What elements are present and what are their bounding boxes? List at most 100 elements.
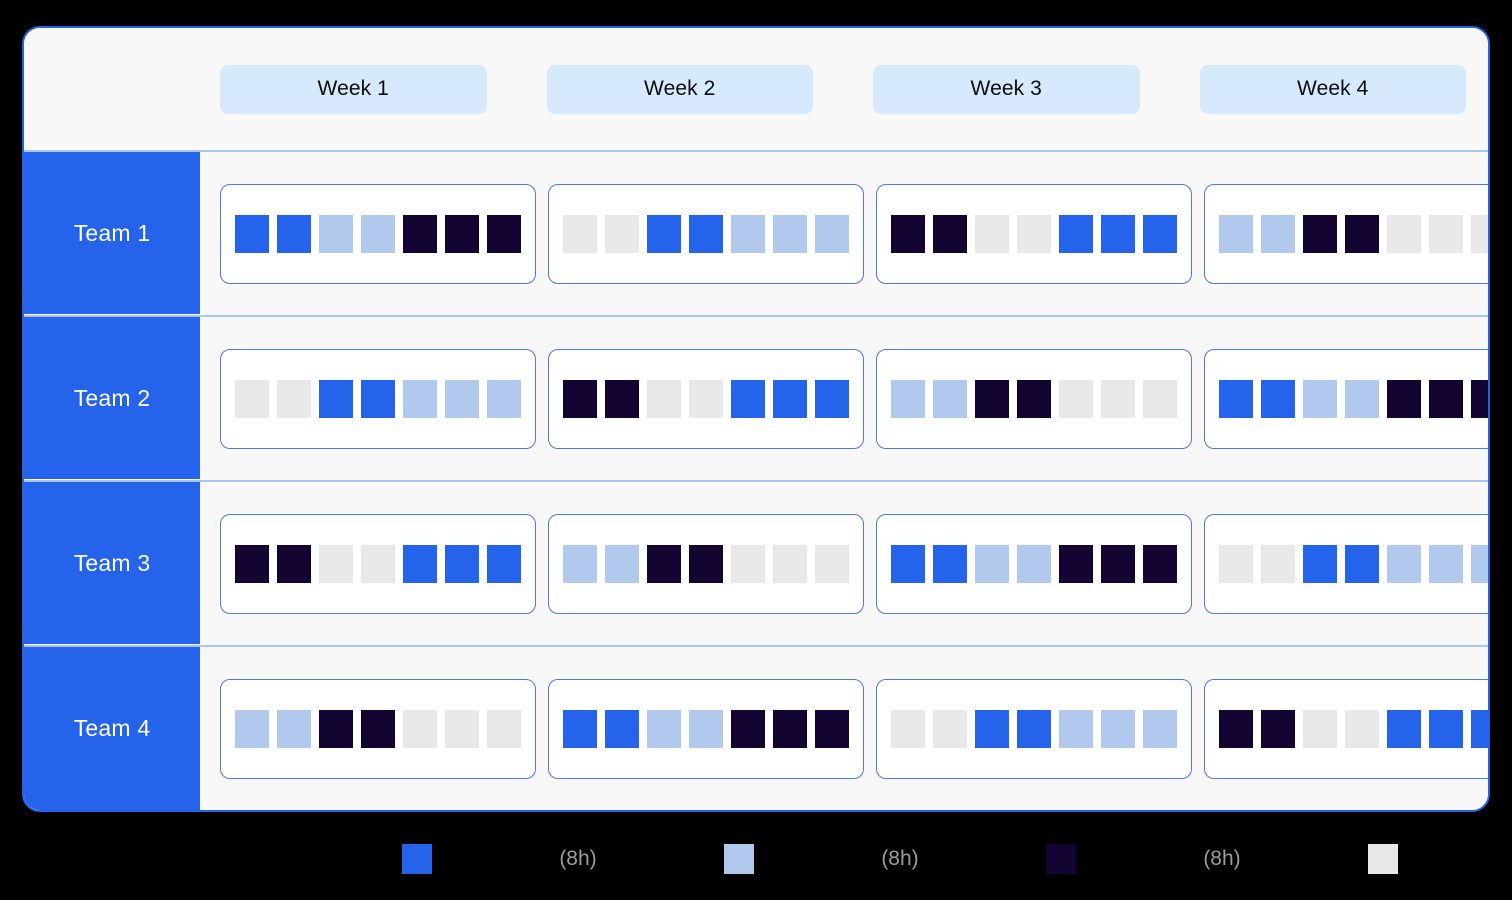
shift-cell-light-blue[interactable]	[1471, 544, 1488, 583]
shift-cell-gray[interactable]	[689, 379, 723, 418]
shift-cell-light-blue[interactable]	[815, 214, 849, 253]
team-label-4[interactable]: Team 4	[24, 647, 200, 810]
shift-cell-blue[interactable]	[445, 544, 479, 583]
shift-cell-dark-navy[interactable]	[975, 379, 1009, 418]
shift-cell-blue[interactable]	[689, 214, 723, 253]
shift-cell-gray[interactable]	[647, 379, 681, 418]
shift-block-team1-week3[interactable]	[876, 183, 1192, 284]
shift-cell-dark-navy[interactable]	[1219, 709, 1253, 748]
shift-cell-dark-navy[interactable]	[815, 709, 849, 748]
shift-block-team2-week3[interactable]	[876, 348, 1192, 449]
week-header-pill-2[interactable]: Week 2	[546, 64, 813, 114]
shift-cell-dark-navy[interactable]	[277, 544, 311, 583]
shift-cell-blue[interactable]	[403, 544, 437, 583]
shift-cell-blue[interactable]	[1017, 709, 1051, 748]
shift-cell-gray[interactable]	[361, 544, 395, 583]
shift-cell-gray[interactable]	[319, 544, 353, 583]
shift-cell-dark-navy[interactable]	[689, 544, 723, 583]
shift-block-team2-week4[interactable]	[1204, 348, 1488, 449]
shift-cell-gray[interactable]	[563, 214, 597, 253]
shift-cell-blue[interactable]	[1143, 214, 1177, 253]
shift-cell-dark-navy[interactable]	[1303, 214, 1337, 253]
shift-cell-light-blue[interactable]	[647, 709, 681, 748]
shift-cell-light-blue[interactable]	[605, 544, 639, 583]
shift-block-team1-week1[interactable]	[220, 183, 536, 284]
shift-cell-dark-navy[interactable]	[445, 214, 479, 253]
shift-cell-gray[interactable]	[403, 709, 437, 748]
week-header-pill-1[interactable]: Week 1	[220, 64, 487, 114]
shift-block-team2-week1[interactable]	[220, 348, 536, 449]
shift-cell-gray[interactable]	[1345, 709, 1379, 748]
shift-cell-blue[interactable]	[731, 379, 765, 418]
shift-cell-blue[interactable]	[1429, 709, 1463, 748]
shift-cell-gray[interactable]	[445, 709, 479, 748]
shift-cell-dark-navy[interactable]	[487, 214, 521, 253]
shift-cell-gray[interactable]	[975, 214, 1009, 253]
shift-cell-light-blue[interactable]	[689, 709, 723, 748]
shift-cell-dark-navy[interactable]	[605, 379, 639, 418]
shift-cell-light-blue[interactable]	[277, 709, 311, 748]
shift-cell-blue[interactable]	[647, 214, 681, 253]
shift-block-team4-week2[interactable]	[548, 678, 864, 779]
shift-cell-blue[interactable]	[563, 709, 597, 748]
shift-cell-gray[interactable]	[1471, 214, 1488, 253]
shift-cell-blue[interactable]	[1345, 544, 1379, 583]
shift-cell-light-blue[interactable]	[487, 379, 521, 418]
shift-cell-light-blue[interactable]	[1059, 709, 1093, 748]
shift-cell-gray[interactable]	[277, 379, 311, 418]
shift-cell-blue[interactable]	[891, 544, 925, 583]
team-label-3[interactable]: Team 3	[24, 482, 200, 645]
shift-cell-dark-navy[interactable]	[1345, 214, 1379, 253]
shift-cell-light-blue[interactable]	[1017, 544, 1051, 583]
shift-block-team3-week2[interactable]	[548, 513, 864, 614]
shift-cell-blue[interactable]	[975, 709, 1009, 748]
shift-cell-gray[interactable]	[1387, 214, 1421, 253]
shift-cell-light-blue[interactable]	[1429, 544, 1463, 583]
shift-cell-light-blue[interactable]	[1143, 709, 1177, 748]
shift-cell-gray[interactable]	[1219, 544, 1253, 583]
shift-cell-dark-navy[interactable]	[1261, 709, 1295, 748]
shift-cell-dark-navy[interactable]	[319, 709, 353, 748]
shift-cell-gray[interactable]	[1143, 379, 1177, 418]
shift-cell-gray[interactable]	[933, 709, 967, 748]
shift-cell-gray[interactable]	[773, 544, 807, 583]
shift-cell-light-blue[interactable]	[403, 379, 437, 418]
shift-cell-dark-navy[interactable]	[1059, 544, 1093, 583]
shift-cell-blue[interactable]	[933, 544, 967, 583]
shift-block-team3-week1[interactable]	[220, 513, 536, 614]
shift-cell-gray[interactable]	[731, 544, 765, 583]
shift-cell-dark-navy[interactable]	[1471, 379, 1488, 418]
shift-cell-light-blue[interactable]	[1387, 544, 1421, 583]
shift-cell-light-blue[interactable]	[361, 214, 395, 253]
shift-cell-dark-navy[interactable]	[1387, 379, 1421, 418]
shift-cell-dark-navy[interactable]	[1017, 379, 1051, 418]
shift-cell-blue[interactable]	[1101, 214, 1135, 253]
shift-cell-light-blue[interactable]	[1261, 214, 1295, 253]
shift-cell-dark-navy[interactable]	[235, 544, 269, 583]
week-header-pill-4[interactable]: Week 4	[1199, 64, 1466, 114]
shift-cell-light-blue[interactable]	[1219, 214, 1253, 253]
shift-cell-gray[interactable]	[891, 709, 925, 748]
shift-cell-blue[interactable]	[361, 379, 395, 418]
shift-block-team1-week4[interactable]	[1204, 183, 1488, 284]
shift-cell-blue[interactable]	[1261, 379, 1295, 418]
shift-block-team2-week2[interactable]	[548, 348, 864, 449]
shift-cell-light-blue[interactable]	[319, 214, 353, 253]
shift-cell-gray[interactable]	[1429, 214, 1463, 253]
shift-cell-dark-navy[interactable]	[891, 214, 925, 253]
shift-cell-gray[interactable]	[1017, 214, 1051, 253]
shift-cell-dark-navy[interactable]	[1429, 379, 1463, 418]
shift-cell-blue[interactable]	[1219, 379, 1253, 418]
shift-cell-blue[interactable]	[487, 544, 521, 583]
shift-block-team3-week3[interactable]	[876, 513, 1192, 614]
shift-cell-gray[interactable]	[235, 379, 269, 418]
shift-cell-dark-navy[interactable]	[1101, 544, 1135, 583]
team-label-1[interactable]: Team 1	[24, 152, 200, 315]
shift-cell-blue[interactable]	[235, 214, 269, 253]
shift-cell-blue[interactable]	[1471, 709, 1488, 748]
shift-cell-blue[interactable]	[1059, 214, 1093, 253]
shift-cell-dark-navy[interactable]	[647, 544, 681, 583]
shift-cell-gray[interactable]	[815, 544, 849, 583]
shift-cell-light-blue[interactable]	[731, 214, 765, 253]
shift-block-team1-week2[interactable]	[548, 183, 864, 284]
